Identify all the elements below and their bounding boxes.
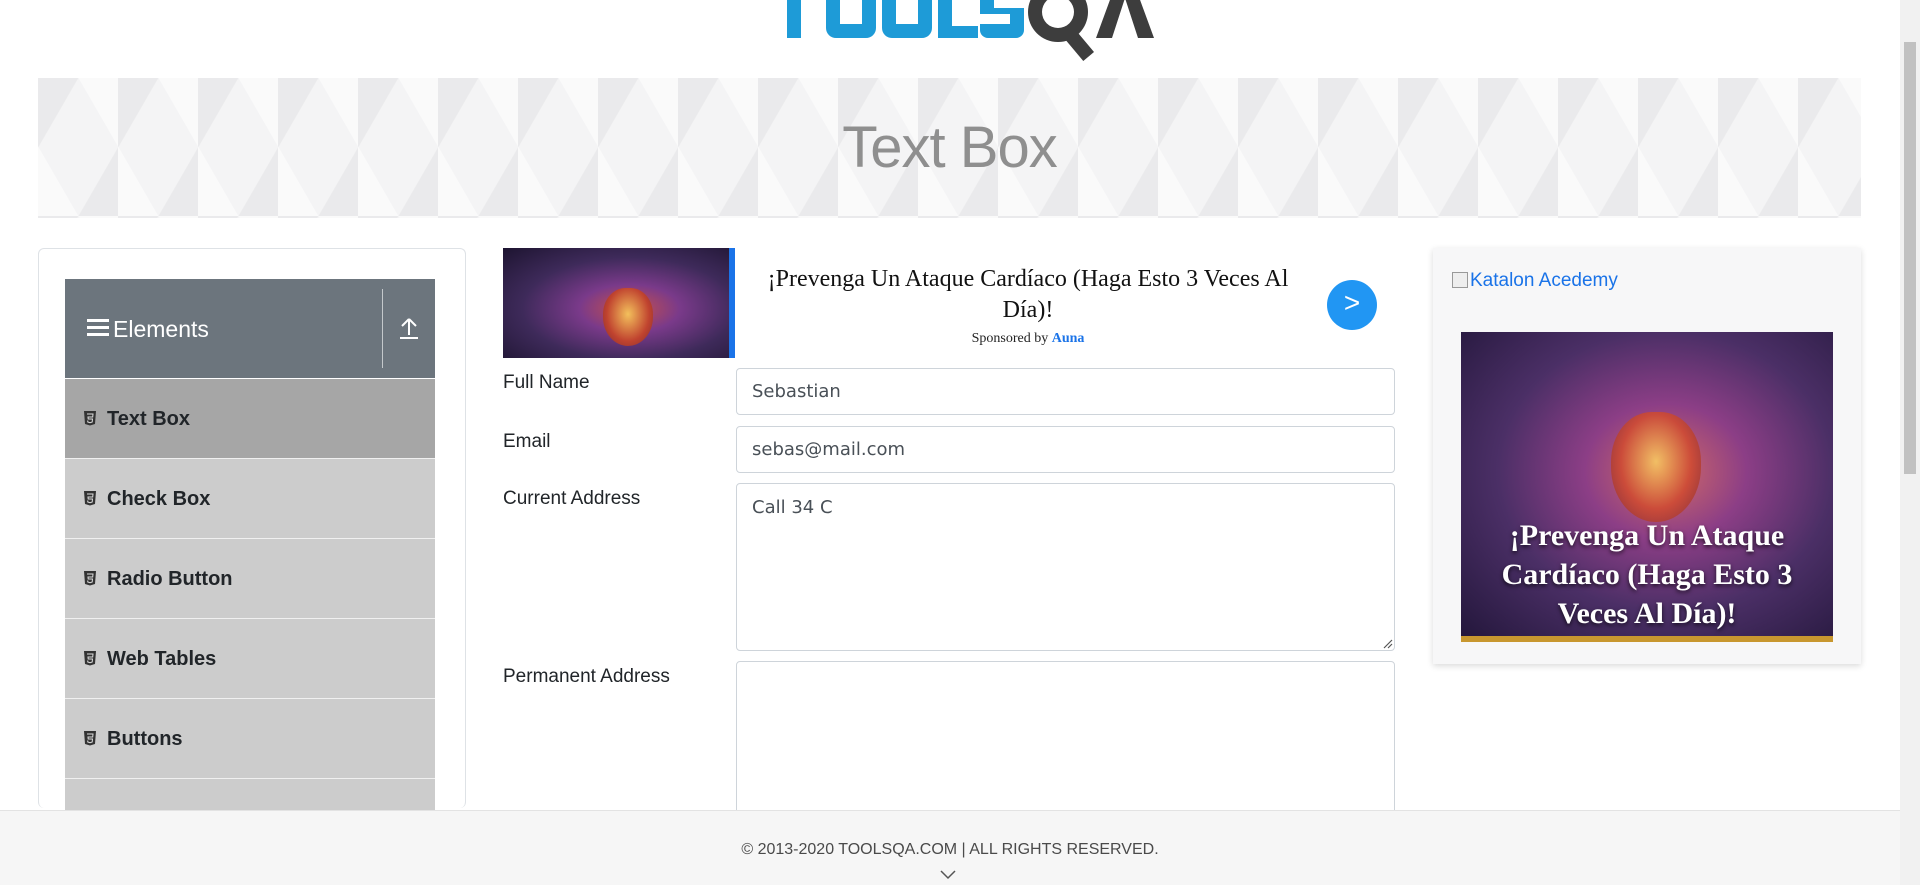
html5-icon <box>84 571 96 586</box>
top-ad[interactable]: ¡Prevenga Un Ataque Cardíaco (Haga Esto … <box>503 248 1393 358</box>
sidebar-menu: Text Box Check Box Radio Button Web Tabl… <box>65 379 435 859</box>
full-name-input[interactable] <box>736 368 1395 415</box>
current-address-textarea[interactable]: Call 34 C <box>736 483 1395 651</box>
broken-image-alt: Katalon Acedemy <box>1470 270 1618 291</box>
email-input[interactable] <box>736 426 1395 473</box>
sidebar-item-text-box[interactable]: Text Box <box>65 379 435 459</box>
ad-sponsor-line: Sponsored by Auna <box>748 331 1308 347</box>
permanent-address-label: Permanent Address <box>503 666 670 687</box>
right-ad[interactable]: Katalon Acedemy ¡Prevenga Un Ataque Card… <box>1433 248 1861 664</box>
ad-headline[interactable]: ¡Prevenga Un Ataque Cardíaco (Haga Esto … <box>748 264 1308 326</box>
ad-poster-image[interactable]: ¡Prevenga Un Ataque Cardíaco (Haga Esto … <box>1461 332 1833 642</box>
ad-poster-text: ¡Prevenga Un Ataque Cardíaco (Haga Esto … <box>1501 519 1793 630</box>
poster-gold-strip <box>1461 636 1833 642</box>
collapse-up-icon[interactable] <box>397 315 421 341</box>
copyright-text: © 2013-2020 TOOLSQA.COM | ALL RIGHTS RES… <box>741 841 1159 858</box>
html5-icon <box>84 491 96 506</box>
sidebar-item-buttons[interactable]: Buttons <box>65 699 435 779</box>
current-address-label: Current Address <box>503 488 641 509</box>
full-name-label: Full Name <box>503 372 590 393</box>
sidebar-item-check-box[interactable]: Check Box <box>65 459 435 539</box>
footer: © 2013-2020 TOOLSQA.COM | ALL RIGHTS RES… <box>0 810 1900 885</box>
sidebar-group-title: Elements <box>113 316 209 342</box>
html5-icon <box>84 651 96 666</box>
toolsqa-logo[interactable] <box>766 0 1154 66</box>
broken-image-link[interactable]: Katalon Acedemy <box>1452 270 1618 292</box>
sidebar-item-web-tables[interactable]: Web Tables <box>65 619 435 699</box>
sidebar-item-label: Text Box <box>107 408 190 430</box>
ad-sponsor-name[interactable]: Auna <box>1052 331 1085 346</box>
ad-accent-bar <box>729 248 735 358</box>
sidebar-item-label: Buttons <box>107 728 183 750</box>
permanent-address-textarea[interactable] <box>736 661 1395 821</box>
scrollbar-thumb[interactable] <box>1904 42 1916 474</box>
menu-icon <box>87 319 109 337</box>
chevron-down-icon[interactable] <box>939 869 957 881</box>
html5-icon <box>84 731 96 746</box>
broken-image-icon <box>1452 272 1468 288</box>
header-divider <box>382 289 383 368</box>
html5-icon <box>84 411 96 426</box>
sidebar-item-label: Web Tables <box>107 648 217 670</box>
sidebar-item-label: Radio Button <box>107 568 233 590</box>
sidebar-item-label: Check Box <box>107 488 211 510</box>
page-title: Text Box <box>842 115 1057 180</box>
page-banner: Text Box <box>38 78 1861 218</box>
resize-grip-icon[interactable] <box>1381 637 1393 649</box>
sidebar-group-elements[interactable]: Elements <box>65 279 435 378</box>
ad-sponsored-prefix: Sponsored by <box>971 331 1049 346</box>
ad-thumbnail-image[interactable] <box>503 248 733 358</box>
sidebar: Elements Text Box Check Box Radio Button… <box>38 248 466 859</box>
header <box>0 0 1900 72</box>
page-scrollbar[interactable] <box>1900 0 1920 885</box>
sidebar-item-radio-button[interactable]: Radio Button <box>65 539 435 619</box>
ad-next-button[interactable]: > <box>1327 280 1377 330</box>
email-label: Email <box>503 431 551 452</box>
